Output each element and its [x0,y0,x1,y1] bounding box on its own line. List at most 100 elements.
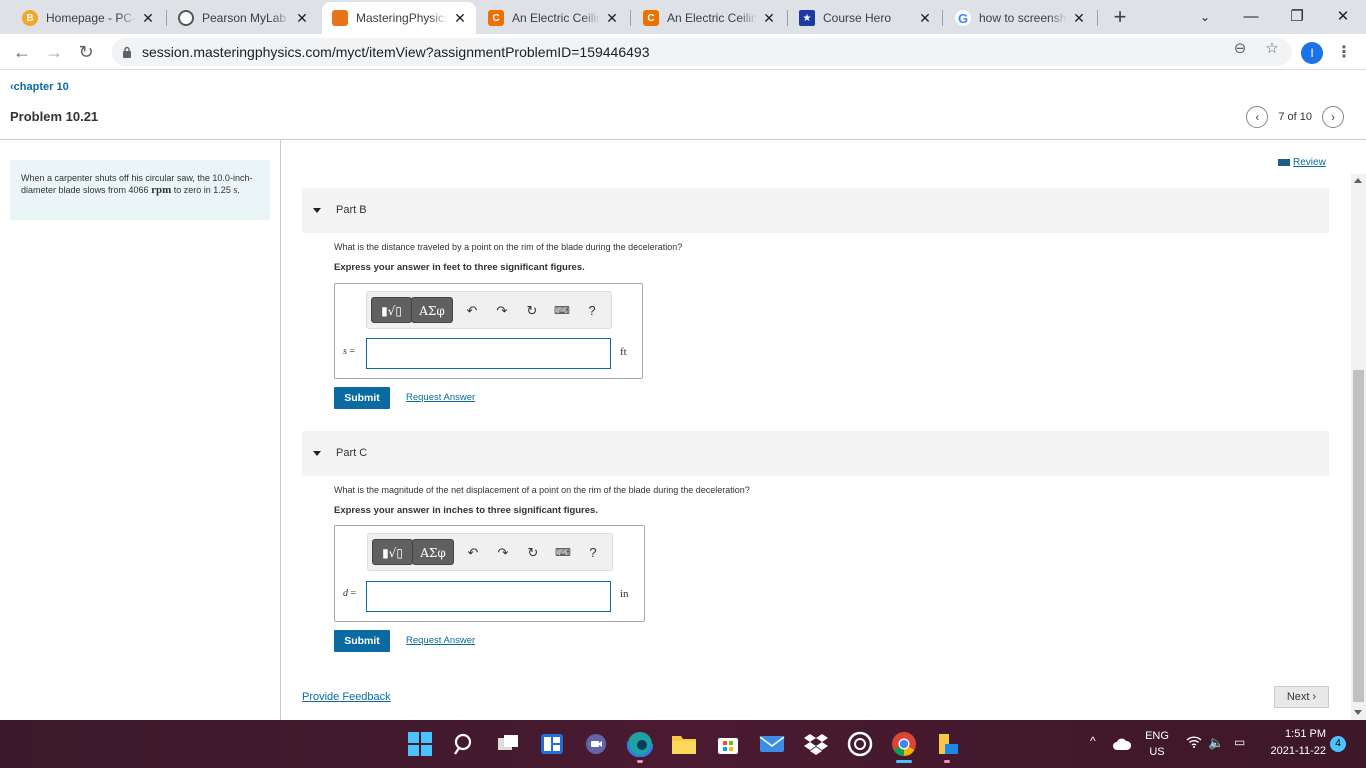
greek-button[interactable]: ΑΣφ [411,297,453,323]
greek-button[interactable]: ΑΣφ [412,539,454,565]
answer-unit: in [620,588,629,600]
chrome-icon[interactable] [890,730,918,758]
review-link[interactable]: Review [1278,157,1326,168]
keyboard-icon[interactable]: ⌨ [553,302,571,320]
tab-masteringphysics[interactable]: MasteringPhysics ✕ [322,2,476,34]
close-icon[interactable]: ✕ [761,10,777,27]
file-explorer-icon[interactable] [670,730,698,758]
minimize-button[interactable]: — [1228,4,1274,30]
battery-icon[interactable]: ▭ [1234,735,1245,749]
files-icon[interactable] [934,730,962,758]
edge-icon[interactable] [626,730,654,758]
onedrive-icon[interactable] [1112,734,1132,754]
tab-pearson[interactable]: Pearson MyLab and ✕ [168,4,318,32]
restore-button[interactable]: ❐ [1274,4,1320,30]
close-icon[interactable]: ✕ [1071,10,1087,27]
undo-icon[interactable]: ↶ [464,544,482,562]
close-icon[interactable]: ✕ [452,10,468,27]
request-answer-link[interactable]: Request Answer [406,635,475,646]
undo-icon[interactable]: ↶ [463,302,481,320]
microsoft-store-icon[interactable] [714,730,742,758]
answer-input[interactable] [366,338,611,369]
submit-button[interactable]: Submit [334,630,390,652]
scroll-thumb[interactable] [1353,370,1364,702]
help-icon[interactable]: ? [583,302,601,320]
prev-problem-button[interactable]: ‹ [1246,106,1269,128]
redo-icon[interactable]: ↷ [493,302,511,320]
tab-coursehero[interactable]: ★ Course Hero ✕ [789,4,941,32]
templates-button[interactable]: ▮√▯ [372,539,413,565]
part-b-question: What is the distance traveled by a point… [334,242,683,252]
bookmark-star-icon[interactable]: ☆ [1263,40,1281,58]
answer-input[interactable] [366,581,611,612]
part-b-header[interactable]: Part B [302,188,1329,233]
scroll-down-icon[interactable] [1354,710,1362,715]
collapse-icon[interactable] [313,451,321,456]
volume-icon[interactable]: 🔈 [1208,735,1224,751]
collapse-icon[interactable] [313,208,321,213]
menu-icon[interactable]: ⋮ [1336,42,1352,64]
dropbox-icon[interactable] [802,730,830,758]
reload-icon[interactable]: ↻ [74,40,98,64]
equation-toolbar: ▮√▯ ΑΣφ ↶ ↷ ↻ ⌨ ? [367,533,613,571]
close-icon[interactable]: ✕ [604,10,620,27]
part-c-answer-box: ▮√▯ ΑΣφ ↶ ↷ ↻ ⌨ ? d = in [334,525,645,622]
provide-feedback-link[interactable]: Provide Feedback [302,691,391,703]
scrollbar[interactable] [1351,174,1366,720]
tab-homepage[interactable]: B Homepage - PC- ✕ [12,4,164,32]
part-c-instruction: Express your answer in inches to three s… [334,505,598,516]
running-indicator [944,760,950,763]
chegg-icon: C [488,10,504,26]
redo-icon[interactable]: ↷ [494,544,512,562]
close-icon[interactable]: ✕ [917,10,933,27]
wifi-icon[interactable] [1186,736,1202,751]
task-view-icon[interactable] [494,730,522,758]
tab-chegg-1[interactable]: C An Electric Ceiling ✕ [478,4,628,32]
widgets-icon[interactable] [538,730,566,758]
reset-icon[interactable]: ↻ [524,544,542,562]
tab-google[interactable]: G how to screenshot ✕ [945,4,1095,32]
page-title: Problem 10.21 [10,109,99,124]
next-problem-button[interactable]: › [1322,106,1344,128]
search-icon[interactable] [450,730,478,758]
openai-icon[interactable] [846,730,874,758]
new-tab-button[interactable]: + [1108,6,1132,30]
next-button[interactable]: Next › [1274,686,1329,708]
notification-badge[interactable]: 4 [1330,736,1346,752]
profile-avatar[interactable]: I [1301,42,1323,64]
address-bar[interactable]: session.masteringphysics.com/myct/itemVi… [112,38,1292,66]
tab-search-icon[interactable]: ⌄ [1182,4,1228,30]
tab-chegg-2[interactable]: C An Electric Ceiling ✕ [633,4,785,32]
problem-statement: When a carpenter shuts off his circular … [10,160,270,220]
zoom-icon[interactable]: ⊖ [1231,40,1249,58]
pearson-icon [178,10,194,26]
help-icon[interactable]: ? [584,544,602,562]
language-indicator[interactable]: ENG US [1140,730,1174,758]
mastering-icon [332,10,348,26]
page-content: ‹chapter 10 Problem 10.21 ‹ 7 of 10 › Wh… [0,70,1366,720]
part-b-answer-box: ▮√▯ ΑΣφ ↶ ↷ ↻ ⌨ ? s = ft [334,283,643,379]
keyboard-icon[interactable]: ⌨ [554,544,572,562]
submit-button[interactable]: Submit [334,387,390,409]
google-icon: G [955,10,971,26]
scroll-up-icon[interactable] [1354,178,1362,183]
request-answer-link[interactable]: Request Answer [406,392,475,403]
windows-start-icon[interactable] [406,730,434,758]
clock[interactable]: 1:51 PM 2021-11-22 [1262,728,1326,757]
mail-icon[interactable] [758,730,786,758]
chevron-up-icon[interactable]: ^ [1090,734,1096,748]
close-icon[interactable]: ✕ [294,10,310,27]
close-icon[interactable]: ✕ [140,10,156,27]
templates-button[interactable]: ▮√▯ [371,297,412,323]
forward-icon[interactable]: → [42,40,66,64]
equation-toolbar: ▮√▯ ΑΣφ ↶ ↷ ↻ ⌨ ? [366,291,612,329]
back-to-chapter-link[interactable]: ‹chapter 10 [10,81,69,93]
teams-chat-icon[interactable] [582,730,610,758]
part-c-header[interactable]: Part C [302,431,1329,476]
pager-text: 7 of 10 [1278,111,1312,123]
pane-divider [280,140,281,720]
url-text: session.masteringphysics.com/myct/itemVi… [142,44,650,60]
close-window-button[interactable]: ✕ [1320,4,1366,30]
reset-icon[interactable]: ↻ [523,302,541,320]
back-icon[interactable]: ← [10,40,34,64]
